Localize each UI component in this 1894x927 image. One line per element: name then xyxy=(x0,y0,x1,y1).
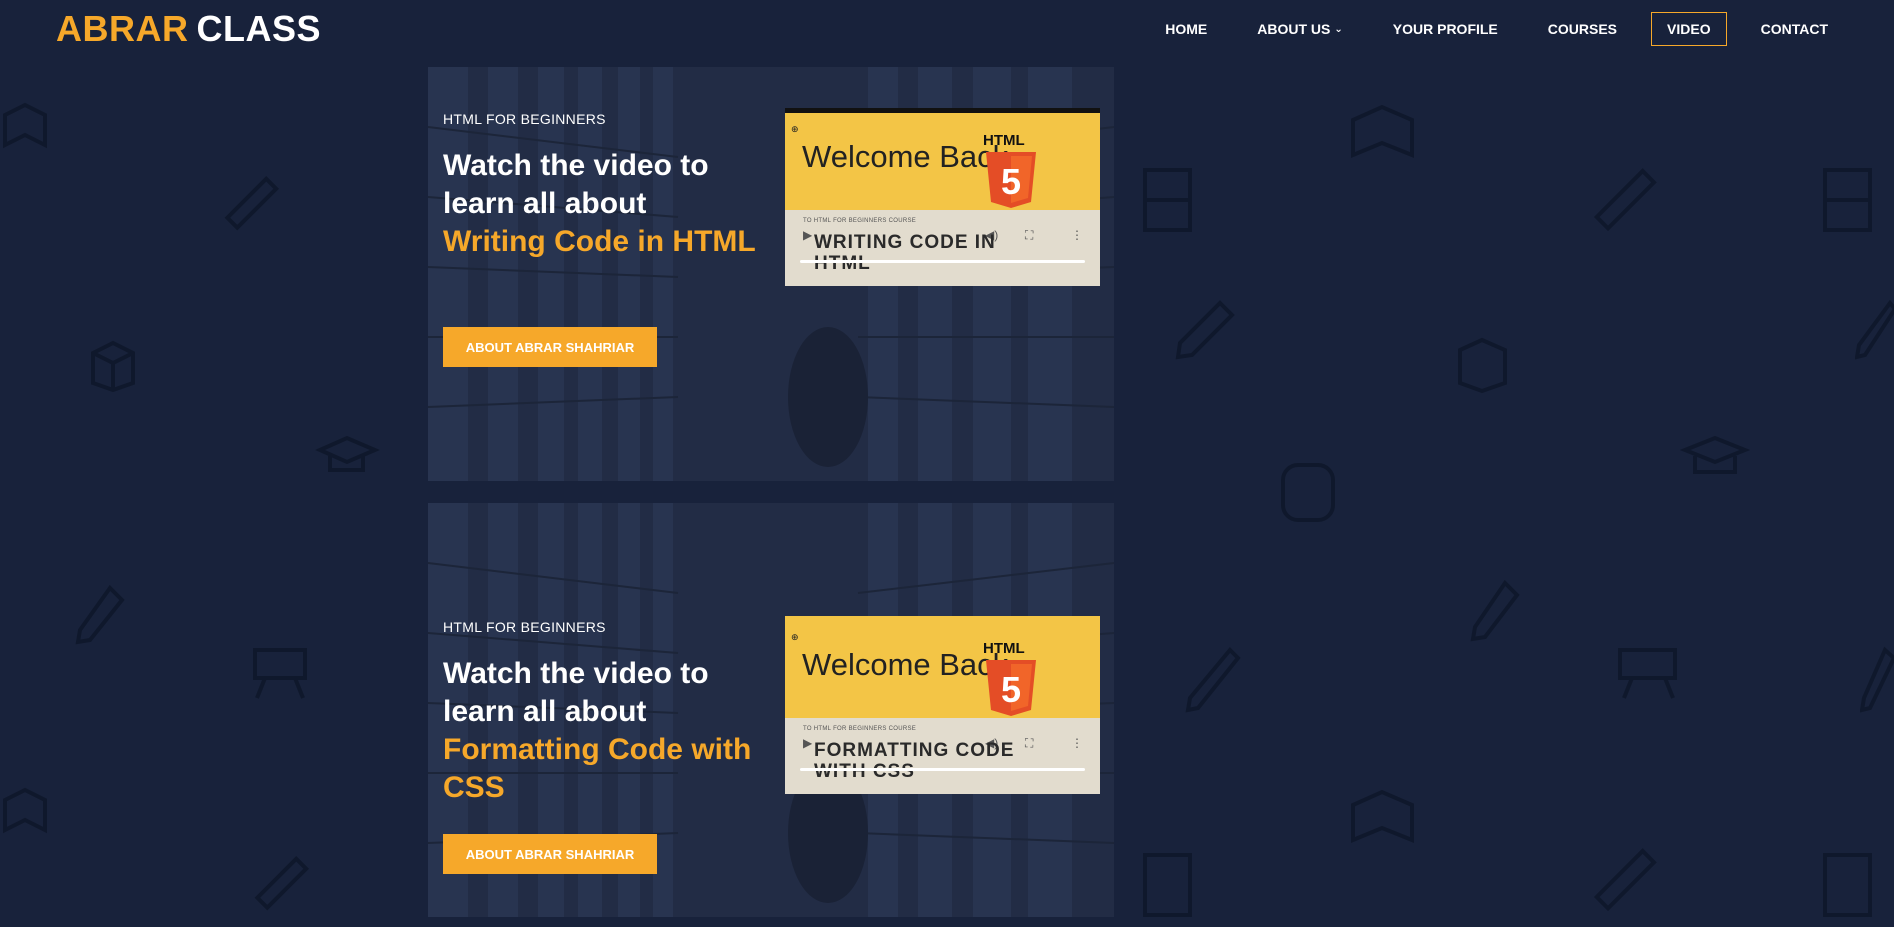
section-headline: Watch the video to learn all about Writi… xyxy=(443,147,773,261)
nav-video-label: VIDEO xyxy=(1667,21,1711,37)
video-progress-bar[interactable] xyxy=(800,260,1085,263)
about-abrar-button[interactable]: ABOUT ABRAR SHAHRIAR xyxy=(443,834,657,874)
video-progress-bar[interactable] xyxy=(800,768,1085,771)
section-eyebrow: HTML FOR BEGINNERS xyxy=(443,111,606,127)
nav-home[interactable]: HOME xyxy=(1149,12,1223,46)
open-book-icon xyxy=(1351,104,1414,158)
nav-video[interactable]: VIDEO xyxy=(1651,12,1727,46)
more-options-icon[interactable]: ⋮ xyxy=(1071,736,1083,750)
ruler-icon xyxy=(1593,168,1657,232)
logo-part-abrar: ABRAR xyxy=(56,8,189,49)
box-icon xyxy=(1458,337,1507,394)
book-icon xyxy=(3,102,47,149)
easel-icon xyxy=(1618,648,1677,699)
svg-text:5: 5 xyxy=(1001,669,1021,710)
ruler-icon xyxy=(1593,848,1657,912)
video-top-bar xyxy=(785,616,1100,621)
course-tag: TO HTML FOR BEGINNERS COURSE xyxy=(803,218,917,224)
nav-about-us[interactable]: ABOUT US ⌄ xyxy=(1241,12,1359,46)
headline-highlight: Writing Code in HTML xyxy=(443,225,756,258)
play-icon[interactable]: ▶ xyxy=(803,228,812,242)
channel-logo-icon: ⊕ xyxy=(791,124,799,134)
diploma-icon xyxy=(1185,647,1241,713)
section-headline: Watch the video to learn all about Forma… xyxy=(443,655,773,807)
html5-shield-icon: 5 xyxy=(986,152,1036,208)
headline-highlight: Formatting Code with CSS xyxy=(443,733,752,804)
section-eyebrow: HTML FOR BEGINNERS xyxy=(443,619,606,635)
nav-home-label: HOME xyxy=(1165,21,1208,37)
video-thumbnail-title: Welcome Back xyxy=(802,139,1009,174)
html-label: HTML xyxy=(983,640,1025,657)
pencil-icon xyxy=(1175,300,1235,360)
graduation-cap-icon xyxy=(1680,435,1750,474)
video-caption: FORMATTING CODE WITH CSS xyxy=(814,740,1015,782)
pencil-icon xyxy=(1855,299,1894,360)
pencil-icon xyxy=(75,584,125,645)
video-thumbnail-title: Welcome Back xyxy=(802,647,1009,682)
headline-text: Watch the video to learn all about xyxy=(443,149,709,220)
site-header: ABRAR CLASS HOME ABOUT US ⌄ YOUR PROFILE C… xyxy=(0,0,1894,58)
cabinet-icon xyxy=(1143,168,1192,232)
backpack-icon xyxy=(1281,463,1335,522)
section-content: HTML FOR BEGINNERS Watch the video to le… xyxy=(428,503,1114,917)
nav-courses[interactable]: COURSES xyxy=(1532,12,1633,46)
svg-text:5: 5 xyxy=(1001,161,1021,202)
course-tag: TO HTML FOR BEGINNERS COURSE xyxy=(803,726,917,732)
nav-about-label: ABOUT US xyxy=(1257,21,1331,37)
cabinet-icon xyxy=(1823,853,1872,917)
cabinet-icon xyxy=(1143,853,1192,917)
html5-shield-icon: 5 xyxy=(986,660,1036,716)
video-section-1: HTML FOR BEGINNERS Watch the video to le… xyxy=(428,67,1114,481)
more-options-icon[interactable]: ⋮ xyxy=(1071,228,1083,242)
nav-contact-label: CONTACT xyxy=(1760,21,1828,37)
nav-contact[interactable]: CONTACT xyxy=(1745,12,1844,46)
nav-courses-label: COURSES xyxy=(1547,21,1618,37)
html-label: HTML xyxy=(983,132,1025,149)
video-section-2: HTML FOR BEGINNERS Watch the video to le… xyxy=(428,503,1114,917)
about-abrar-button[interactable]: ABOUT ABRAR SHAHRIAR xyxy=(443,327,657,367)
video-top-bar xyxy=(785,108,1100,113)
channel-logo-icon: ⊕ xyxy=(791,632,799,642)
main-nav: HOME ABOUT US ⌄ YOUR PROFILE COURSES VIDE… xyxy=(1131,12,1844,46)
diploma-icon xyxy=(1860,646,1894,713)
ruler-icon xyxy=(254,856,309,911)
ruler-icon xyxy=(224,176,279,231)
book-icon xyxy=(3,787,47,834)
open-book-icon xyxy=(1351,789,1414,843)
box-icon xyxy=(91,340,135,393)
chevron-down-icon: ⌄ xyxy=(1334,23,1343,35)
video-caption: WRITING CODE IN HTML xyxy=(814,232,996,274)
graduation-cap-icon xyxy=(315,435,380,472)
nav-profile-label: YOUR PROFILE xyxy=(1392,21,1498,37)
nav-your-profile[interactable]: YOUR PROFILE xyxy=(1377,12,1514,46)
easel-icon xyxy=(253,648,307,699)
cabinet-icon xyxy=(1823,168,1872,232)
section-content: HTML FOR BEGINNERS Watch the video to le… xyxy=(428,67,1114,481)
video-player[interactable]: ⊕ Welcome Back HTML 5 TO HTML FOR BEGINN… xyxy=(785,108,1100,286)
logo-part-class: CLASS xyxy=(196,8,322,49)
play-icon[interactable]: ▶ xyxy=(803,736,812,750)
headline-text: Watch the video to learn all about xyxy=(443,657,709,728)
video-player[interactable]: ⊕ Welcome Back HTML 5 TO HTML FOR BEGINN… xyxy=(785,616,1100,794)
site-logo[interactable]: ABRAR CLASS xyxy=(56,8,321,50)
pencil-icon xyxy=(1470,579,1520,642)
